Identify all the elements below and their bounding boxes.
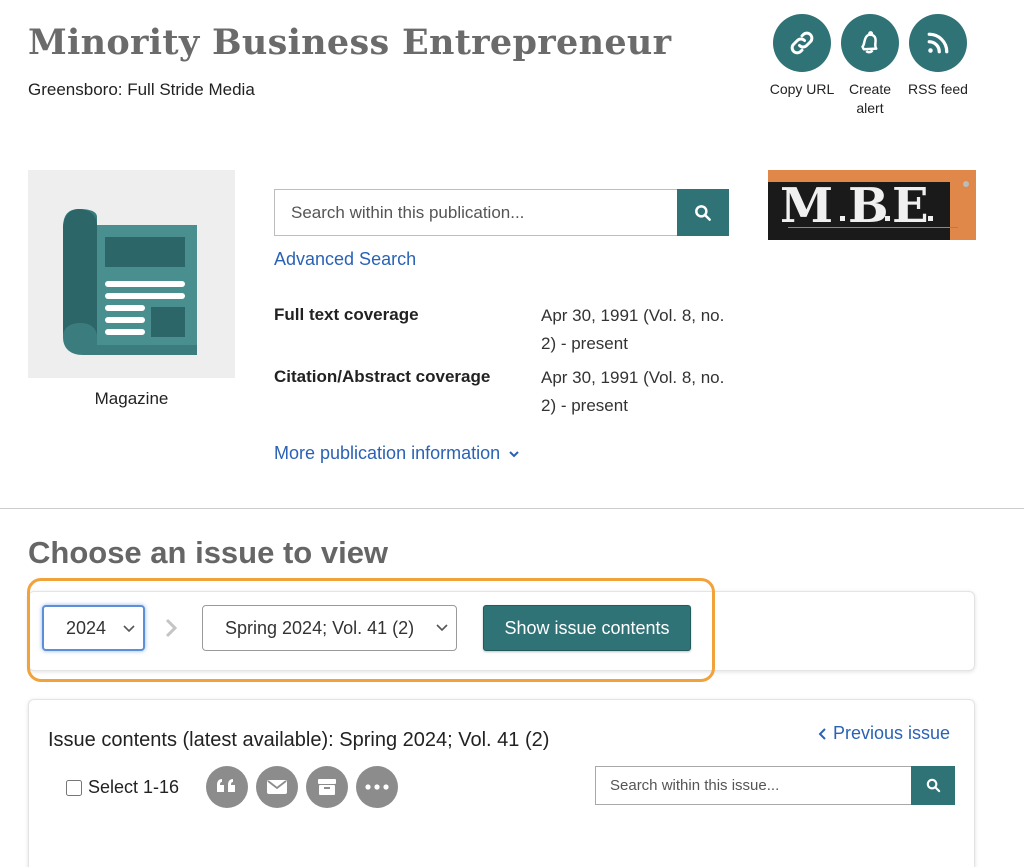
select-all-control[interactable]: Select 1-16 <box>66 777 179 798</box>
previous-issue-link[interactable]: Previous issue <box>818 723 950 744</box>
quote-icon <box>217 779 235 792</box>
chevron-left-icon <box>818 727 826 740</box>
publication-search-button[interactable] <box>677 189 729 236</box>
archive-icon <box>318 779 336 795</box>
year-select-value: 2024 <box>66 617 107 638</box>
issue-select[interactable]: Spring 2024; Vol. 41 (2) <box>202 605 457 651</box>
ellipsis-icon <box>365 784 389 790</box>
full-text-coverage-value: Apr 30, 1991 (Vol. 8, no. 2) - present <box>541 306 725 353</box>
chevron-right-icon <box>165 618 178 638</box>
mbe-logo-image: M B E <box>768 170 976 240</box>
search-icon <box>926 778 940 793</box>
issue-select-value: Spring 2024; Vol. 41 (2) <box>225 617 415 638</box>
select-all-label: Select 1-16 <box>88 777 180 797</box>
more-actions-button[interactable] <box>356 766 398 808</box>
svg-text:E: E <box>892 178 929 234</box>
issue-search-button[interactable] <box>911 766 955 805</box>
publication-title: Minority Business Entrepreneur <box>28 22 672 63</box>
chevron-down-icon <box>509 450 519 457</box>
create-alert-button[interactable]: Create alert <box>836 14 904 118</box>
svg-text:B: B <box>848 178 889 234</box>
magazine-icon <box>28 170 235 378</box>
issue-search-input[interactable] <box>595 766 911 805</box>
choose-issue-heading: Choose an issue to view <box>28 535 389 570</box>
select-all-checkbox[interactable] <box>66 779 82 796</box>
chevron-down-icon <box>123 625 135 633</box>
citation-coverage-value: Apr 30, 1991 (Vol. 8, no. 2) - present <box>541 368 725 415</box>
top-actions: Copy URL Create alert RSS feed <box>768 14 972 118</box>
previous-issue-label: Previous issue <box>833 723 951 743</box>
more-publication-info-link[interactable]: More publication information <box>274 443 520 464</box>
copy-url-button[interactable]: Copy URL <box>768 14 836 118</box>
section-divider <box>0 508 1024 509</box>
create-alert-label: Create alert <box>848 81 892 116</box>
citation-coverage-label: Citation/Abstract coverage <box>274 367 491 386</box>
publication-type-label: Magazine <box>94 389 169 408</box>
bell-icon <box>841 14 899 72</box>
svg-text:M: M <box>780 178 834 234</box>
publisher-info: Greensboro: Full Stride Media <box>28 80 255 99</box>
show-issue-contents-button[interactable]: Show issue contents <box>483 605 691 651</box>
link-icon <box>773 14 831 72</box>
rss-icon <box>909 14 967 72</box>
full-text-coverage-label: Full text coverage <box>274 305 419 324</box>
search-icon <box>695 204 711 221</box>
copy-url-label: Copy URL <box>769 81 835 97</box>
year-select[interactable]: 2024 <box>42 605 145 651</box>
chevron-down-icon <box>436 624 448 632</box>
publication-search <box>274 189 729 236</box>
save-button[interactable] <box>306 766 348 808</box>
issue-search <box>595 766 955 805</box>
issue-contents-title: Issue contents (latest available): Sprin… <box>48 729 550 751</box>
envelope-icon <box>267 780 287 794</box>
rss-feed-label: RSS feed <box>908 81 968 97</box>
publication-search-input[interactable] <box>274 189 677 236</box>
more-publication-info-label: More publication information <box>274 443 501 463</box>
rss-feed-button[interactable]: RSS feed <box>904 14 972 118</box>
cite-button[interactable] <box>206 766 248 808</box>
advanced-search-link[interactable]: Advanced Search <box>274 249 416 270</box>
email-button[interactable] <box>256 766 298 808</box>
